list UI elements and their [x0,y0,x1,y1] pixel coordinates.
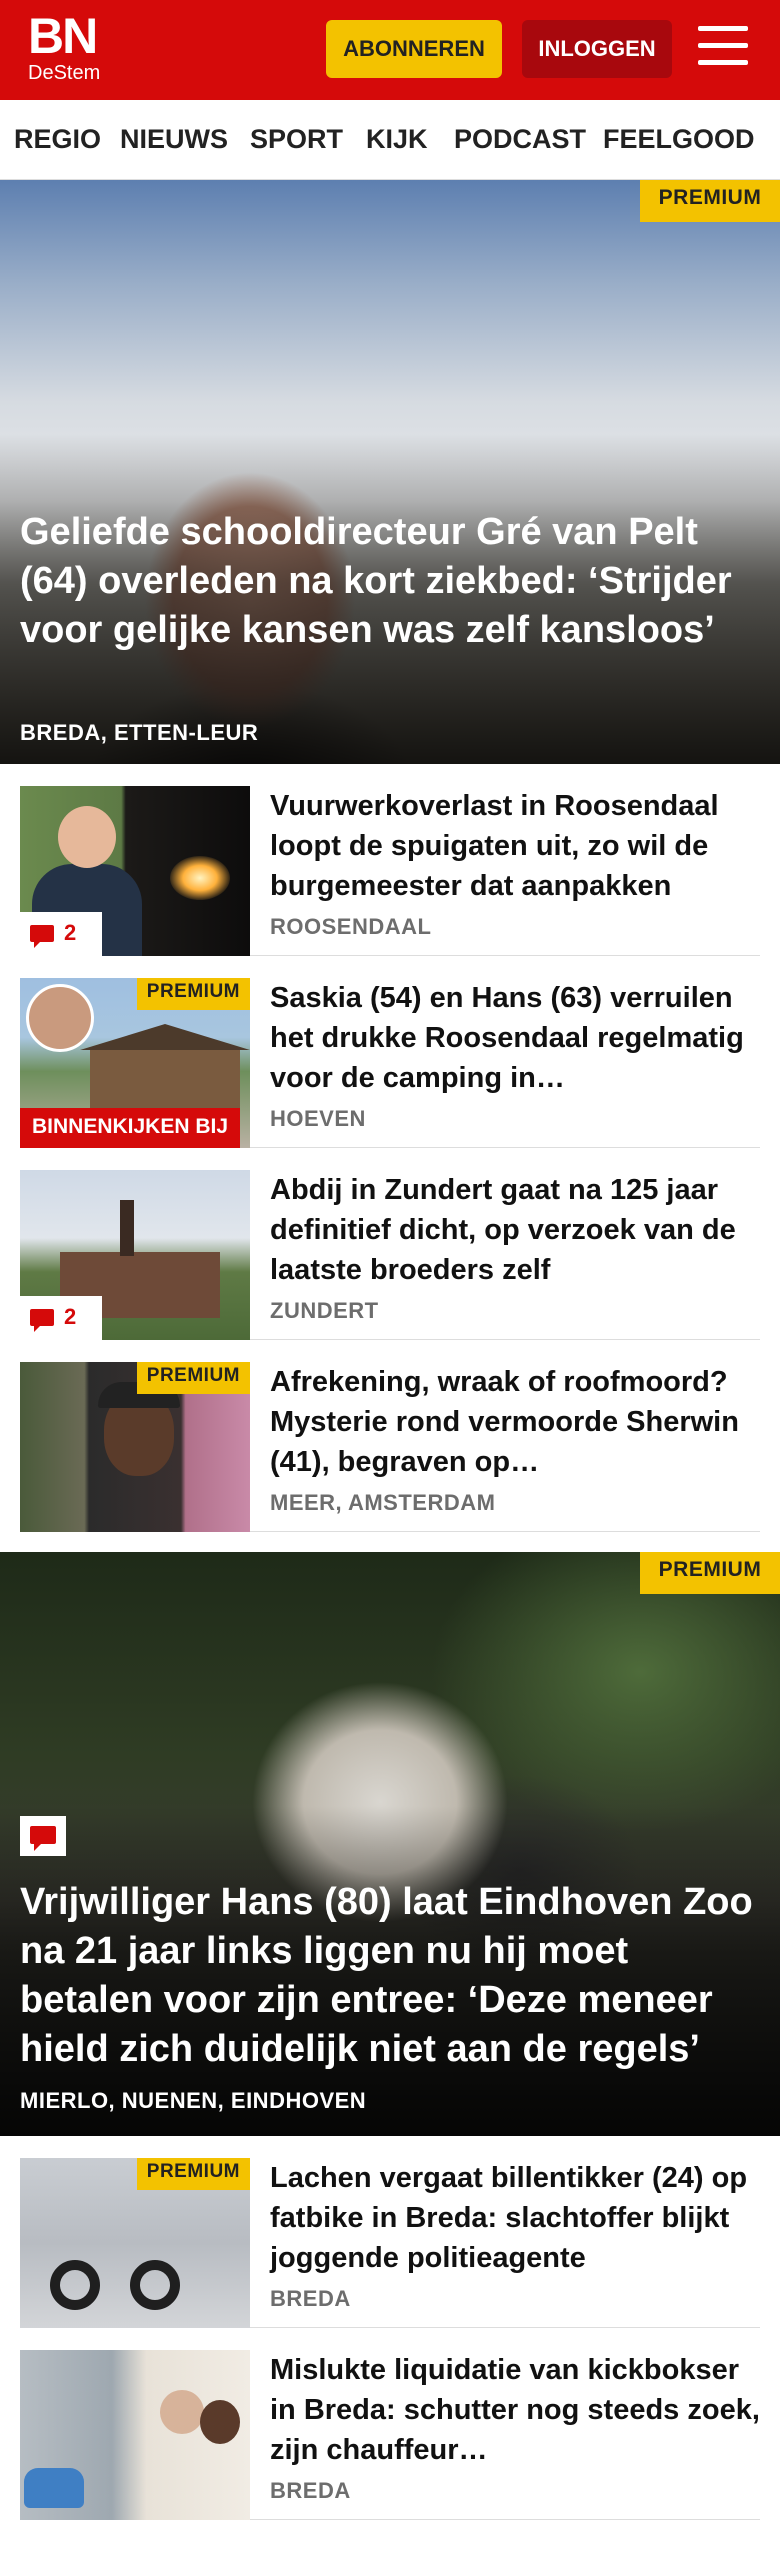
category-label: BINNENKIJKEN BIJ [20,1108,241,1148]
site-header: BN DeStem ABONNEREN INLOGGEN [0,0,780,100]
hero-article[interactable]: PREMIUM Geliefde schooldirecteur Gré van… [0,180,780,764]
article-location: BREDA [270,2478,351,2503]
premium-badge: PREMIUM [640,180,780,222]
comment-icon [20,1816,66,1856]
nav-item-sport[interactable]: SPORT [250,124,343,155]
hamburger-menu-icon[interactable] [698,26,752,72]
hero-location: MIERLO, NUENEN, EINDHOVEN [20,2088,367,2113]
comment-icon [30,1309,54,1332]
article-headline[interactable]: Vuurwerkoverlast in Roosendaal loopt de … [270,786,760,906]
article-headline[interactable]: Afrekening, wraak of roofmoord? Mysterie… [270,1362,760,1482]
site-logo[interactable]: BN DeStem [28,8,114,92]
nav-item-nieuws[interactable]: NIEUWS [120,124,228,155]
hero-headline[interactable]: Geliefde schooldirecteur Gré van Pelt (6… [20,508,760,655]
article-row[interactable]: 2 Vuurwerkoverlast in Roosendaal loopt d… [20,764,760,956]
comment-count-badge: 2 [20,912,102,956]
premium-badge: PREMIUM [640,1552,780,1594]
article-thumbnail: PREMIUM [20,2158,250,2328]
article-thumbnail: 2 [20,1170,250,1340]
comment-count: 2 [64,1304,77,1329]
login-button[interactable]: INLOGGEN [522,20,672,78]
nav-item-kijk[interactable]: KIJK [366,124,428,155]
premium-badge: PREMIUM [136,1362,250,1394]
nav-item-regio[interactable]: REGIO [14,124,101,155]
article-thumbnail: 2 [20,786,250,956]
nav-item-podcast[interactable]: PODCAST [454,124,586,155]
article-row[interactable]: PREMIUM BINNENKIJKEN BIJ Saskia (54) en … [20,956,760,1148]
premium-badge: PREMIUM [136,2158,250,2190]
article-location: BREDA [270,2286,351,2311]
logo-bn-text: BN [28,8,98,64]
hero-location: BREDA, ETTEN-LEUR [20,720,259,745]
article-headline[interactable]: Lachen vergaat billentikker (24) op fatb… [270,2158,760,2278]
subscribe-button[interactable]: ABONNEREN [326,20,502,78]
article-headline[interactable]: Mislukte liquidatie van kickbokser in Br… [270,2350,760,2470]
article-headline[interactable]: Abdij in Zundert gaat na 125 jaar defini… [270,1170,760,1290]
comment-count-badge: 2 [20,1296,102,1340]
article-thumbnail: PREMIUM [20,1362,250,1532]
article-thumbnail: PREMIUM BINNENKIJKEN BIJ [20,978,250,1148]
logo-destem-text: DeStem [28,62,101,84]
article-location: ZUNDERT [270,1298,379,1323]
article-row[interactable]: PREMIUM Lachen vergaat billentikker (24)… [20,2136,760,2328]
section-nav: REGIO NIEUWS SPORT KIJK PODCAST FEELGOOD [0,100,780,180]
article-location: HOEVEN [270,1106,366,1131]
comment-count: 2 [64,920,77,945]
article-headline[interactable]: Saskia (54) en Hans (63) verruilen het d… [270,978,760,1098]
article-row[interactable]: 2 Abdij in Zundert gaat na 125 jaar defi… [20,1148,760,1340]
article-thumbnail [20,2350,250,2520]
premium-badge: PREMIUM [136,978,250,1010]
hero-article[interactable]: PREMIUM Vrijwilliger Hans (80) laat Eind… [0,1552,780,2136]
hero-headline[interactable]: Vrijwilliger Hans (80) laat Eindhoven Zo… [20,1878,760,2074]
comment-icon [30,925,54,948]
article-location: MEER, AMSTERDAM [270,1490,496,1515]
nav-item-feelgood[interactable]: FEELGOOD [603,124,755,155]
article-row[interactable]: Mislukte liquidatie van kickbokser in Br… [20,2328,760,2520]
article-location: ROOSENDAAL [270,914,432,939]
article-row[interactable]: PREMIUM Afrekening, wraak of roofmoord? … [20,1340,760,1532]
